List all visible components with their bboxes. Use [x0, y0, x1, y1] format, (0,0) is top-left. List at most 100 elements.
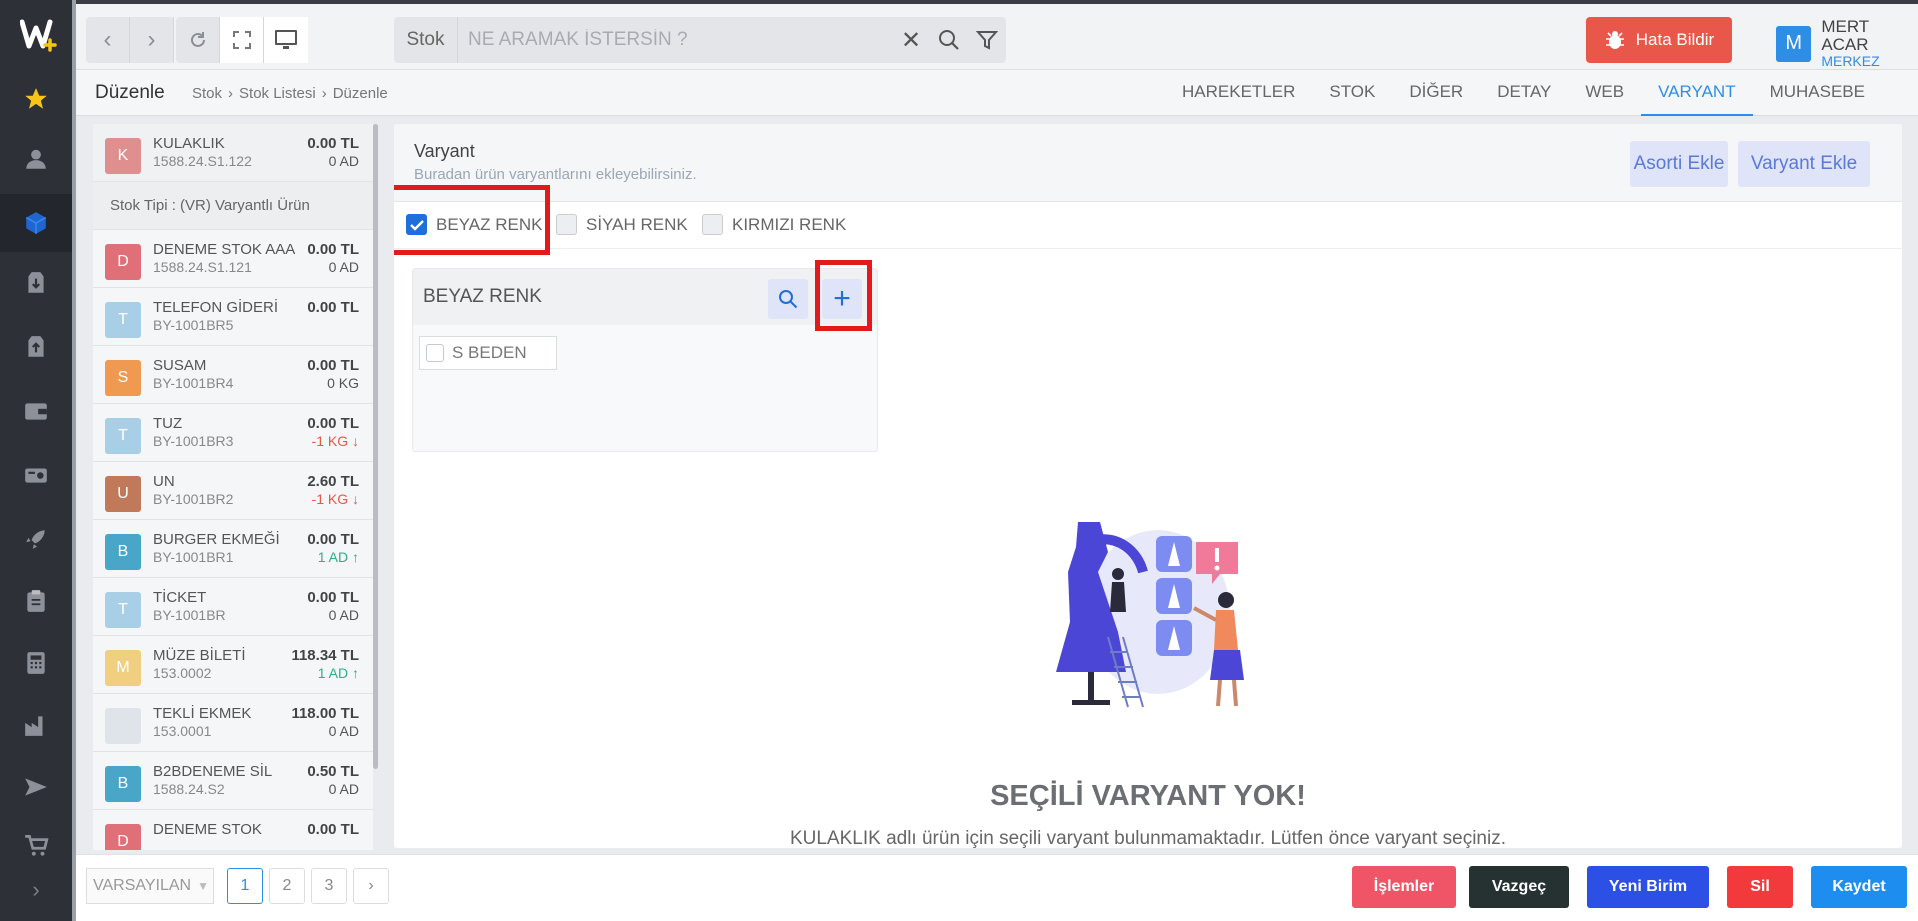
variant-option-siyah[interactable]: SİYAH RENK: [556, 214, 688, 235]
variant-option-label: SİYAH RENK: [586, 214, 688, 234]
expand-rail-icon[interactable]: ›: [0, 877, 72, 903]
report-bug-button[interactable]: Hata Bildir: [1586, 17, 1732, 63]
stock-qty: 0 AD: [328, 153, 359, 169]
cube-icon[interactable]: [0, 194, 72, 252]
cancel-button[interactable]: Vazgeç: [1469, 866, 1569, 908]
view-select-value: VARSAYILAN: [93, 877, 192, 894]
search-input[interactable]: [458, 17, 892, 63]
stock-list-item[interactable]: TEKLİ EKMEK 153.0001 118.00 TL 0 AD: [93, 694, 373, 752]
calculator-icon[interactable]: [0, 634, 72, 692]
breadcrumb: Stok › Stok Listesi › Düzenle: [192, 85, 388, 102]
stock-list-item[interactable]: M MÜZE BİLETİ 153.0002 118.34 TL 1 AD ↑: [93, 636, 373, 694]
variant-option-kirmizi[interactable]: KIRMIZI RENK: [702, 214, 846, 235]
save-button[interactable]: Kaydet: [1811, 866, 1907, 908]
selected-stock-item[interactable]: K KULAKLIK 1588.24.S1.122 0.00 TL 0 AD: [93, 124, 373, 182]
stock-list-item[interactable]: T TUZ BY-1001BR3 0.00 TL -1 KG ↓: [93, 404, 373, 462]
tab-web[interactable]: WEB: [1568, 70, 1641, 116]
stock-price: 0.00 TL: [307, 589, 359, 606]
delete-button[interactable]: Sil: [1727, 866, 1793, 908]
stock-name: TUZ: [153, 415, 183, 432]
cash-register-icon[interactable]: [0, 446, 72, 504]
stock-avatar: B: [105, 766, 141, 802]
factory-icon[interactable]: [0, 696, 72, 754]
next-page-icon[interactable]: ›: [353, 868, 389, 904]
variant-size-option[interactable]: S BEDEN: [419, 336, 557, 370]
stock-avatar: B: [105, 534, 141, 570]
stock-avatar: S: [105, 360, 141, 396]
send-icon[interactable]: [0, 758, 72, 816]
upload-box-icon[interactable]: [0, 318, 72, 376]
stock-code: BY-1001BR5: [153, 317, 234, 333]
cart-icon[interactable]: [0, 816, 72, 874]
variant-search-button[interactable]: [768, 279, 808, 319]
stock-price: 0.00 TL: [307, 357, 359, 374]
checkbox[interactable]: [426, 344, 444, 362]
sub-header: Düzenle Stok › Stok Listesi › Düzenle HARE…: [76, 70, 1918, 116]
chevron-right-icon: ›: [228, 85, 234, 102]
refresh-icon[interactable]: [176, 17, 220, 63]
bug-icon: [1605, 31, 1624, 49]
breadcrumb-item[interactable]: Stok: [192, 85, 222, 102]
variant-title: Varyant: [414, 141, 475, 161]
stock-avatar: T: [105, 302, 141, 338]
left-rail: ›: [0, 0, 72, 921]
breadcrumb-item[interactable]: Stok Listesi: [239, 85, 316, 102]
stock-code: BY-1001BR3: [153, 433, 234, 449]
stock-name: TİCKET: [153, 589, 207, 606]
clipboard-icon[interactable]: [0, 572, 72, 630]
wallet-icon[interactable]: [0, 382, 72, 440]
stock-list-item[interactable]: D DENEME STOK AAA 1588.24.S1.121 0.00 TL 0 A…: [93, 230, 373, 288]
fullscreen-icon[interactable]: [220, 17, 264, 63]
variant-header: Varyant Buradan ürün varyantlarını ekley…: [394, 124, 1902, 202]
star-icon[interactable]: [0, 70, 72, 128]
stock-list-item[interactable]: B BURGER EKMEĞİ BY-1001BR1 0.00 TL 1 AD ↑: [93, 520, 373, 578]
stock-list-item[interactable]: T TELEFON GİDERİ BY-1001BR5 0.00 TL: [93, 288, 373, 346]
rocket-icon[interactable]: [0, 510, 72, 568]
page-3[interactable]: 3: [311, 868, 347, 904]
tab-stok[interactable]: STOK: [1312, 70, 1392, 116]
user-menu[interactable]: M MERT ACAR MERKEZ: [1776, 18, 1918, 69]
stock-list-item[interactable]: S SUSAM BY-1001BR4 0.00 TL 0 KG: [93, 346, 373, 404]
add-variant-button[interactable]: Varyant Ekle: [1738, 141, 1870, 187]
global-search: Stok ✕: [394, 17, 1006, 63]
back-icon[interactable]: ‹: [86, 17, 130, 63]
app-logo[interactable]: [19, 18, 57, 52]
new-unit-button[interactable]: Yeni Birim: [1587, 866, 1709, 908]
islemler-button[interactable]: İşlemler: [1352, 866, 1456, 908]
stock-list-item[interactable]: B B2BDENEME SİL 1588.24.S2 0.50 TL 0 AD: [93, 752, 373, 810]
clear-icon[interactable]: ✕: [892, 17, 930, 63]
assort-add-button[interactable]: Asorti Ekle: [1630, 141, 1728, 187]
list-scrollbar[interactable]: [373, 124, 378, 769]
monitor-icon[interactable]: [264, 17, 308, 63]
checkbox[interactable]: [556, 214, 577, 235]
stock-list-item[interactable]: U UN BY-1001BR2 2.60 TL -1 KG ↓: [93, 462, 373, 520]
empty-state-text: KULAKLIK adlı ürün için seçili varyant b…: [789, 828, 1507, 848]
tab-diger[interactable]: DİĞER: [1392, 70, 1480, 116]
tab-detay[interactable]: DETAY: [1480, 70, 1568, 116]
bottom-bar: VARSAYILAN ▼ 1 2 3 › İşlemler Vazgeç Yen…: [76, 854, 1918, 921]
view-select[interactable]: VARSAYILAN ▼: [86, 868, 214, 904]
stock-list-item[interactable]: T TİCKET BY-1001BR 0.00 TL 0 AD: [93, 578, 373, 636]
stock-qty: 0 AD: [328, 781, 359, 797]
stock-qty: 0 KG: [327, 375, 359, 391]
stock-name: KULAKLIK: [153, 135, 225, 152]
search-icon[interactable]: [930, 17, 968, 63]
variant-card: BEYAZ RENK + S BEDEN: [412, 268, 878, 452]
search-category[interactable]: Stok: [394, 17, 458, 63]
stock-avatar: U: [105, 476, 141, 512]
checkbox[interactable]: [702, 214, 723, 235]
variant-option-label: KIRMIZI RENK: [732, 214, 847, 234]
download-box-icon[interactable]: [0, 254, 72, 312]
stock-list-item[interactable]: D DENEME STOK 0.00 TL: [93, 810, 373, 850]
page-2[interactable]: 2: [269, 868, 305, 904]
stock-price: 0.00 TL: [307, 135, 359, 152]
tab-varyant[interactable]: VARYANT: [1641, 70, 1753, 116]
report-bug-label: Hata Bildir: [1635, 30, 1715, 49]
stock-price: 118.00 TL: [291, 705, 359, 722]
forward-icon[interactable]: ›: [130, 17, 174, 63]
filter-icon[interactable]: [968, 17, 1006, 63]
tab-hareketler[interactable]: HAREKETLER: [1165, 70, 1312, 116]
page-1[interactable]: 1: [227, 868, 263, 904]
tab-muhasebe[interactable]: MUHASEBE: [1753, 70, 1882, 116]
user-icon[interactable]: [0, 130, 72, 188]
